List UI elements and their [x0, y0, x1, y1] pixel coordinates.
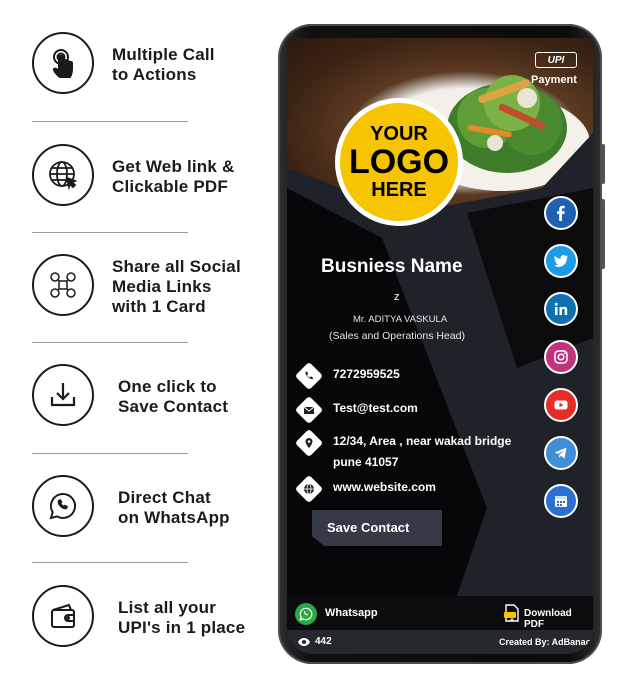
- divider: [32, 121, 188, 122]
- contact-address[interactable]: 12/34, Area , near wakad bridge pune 410…: [294, 428, 543, 473]
- feature-text: Direct Chat on WhatsApp: [118, 488, 230, 527]
- twitter-button[interactable]: [544, 244, 578, 278]
- view-count: 442: [315, 636, 332, 647]
- logo-text: YOUR: [370, 123, 428, 145]
- youtube-icon: [554, 400, 568, 410]
- feature-web-link: Get Web link & Clickable PDF: [32, 144, 272, 210]
- feature-text: One click to Save Contact: [118, 377, 229, 416]
- telegram-icon: [554, 447, 567, 459]
- telegram-button[interactable]: [544, 436, 578, 470]
- mail-icon: [294, 395, 324, 425]
- feature-text: Get Web link & Clickable PDF: [112, 157, 235, 196]
- pdf-icon[interactable]: [504, 604, 520, 622]
- youtube-button[interactable]: [544, 388, 578, 422]
- whatsapp-icon: [32, 475, 94, 537]
- feature-text: List all your UPI's in 1 place: [118, 598, 246, 637]
- tagline: z: [394, 291, 400, 303]
- created-by-label[interactable]: Created By: AdBanao: [499, 637, 591, 647]
- email-address: Test@test.com: [333, 401, 418, 415]
- eye-icon: [298, 638, 310, 646]
- phone-side-button: [601, 144, 605, 184]
- address-text: 12/34, Area , near wakad bridge pune 410…: [333, 434, 512, 469]
- twitter-icon: [554, 255, 568, 267]
- business-name: Busniess Name: [321, 256, 463, 277]
- web-globe-icon: [32, 144, 94, 206]
- feature-text: Share all Social Media Links with 1 Card: [112, 257, 241, 316]
- instagram-icon: [554, 350, 568, 364]
- instagram-button[interactable]: [544, 340, 578, 374]
- feature-whatsapp: Direct Chat on WhatsApp: [32, 475, 272, 541]
- divider: [32, 562, 188, 563]
- linkedin-button[interactable]: [544, 292, 578, 326]
- phone-number: 7272959525: [333, 367, 400, 381]
- facebook-button[interactable]: [544, 196, 578, 230]
- calendar-icon: [555, 496, 567, 507]
- whatsapp-chat-button[interactable]: Whatsapp: [325, 607, 378, 619]
- feature-save-contact: One click to Save Contact: [32, 364, 272, 430]
- contact-email[interactable]: Test@test.com: [294, 395, 543, 425]
- globe-icon: [294, 474, 324, 504]
- facebook-icon: [557, 205, 565, 221]
- business-logo: YOUR LOGO HERE: [335, 98, 463, 226]
- upi-badge[interactable]: UPI: [535, 52, 577, 68]
- phone-icon: [294, 361, 324, 391]
- location-pin-icon: [294, 428, 324, 458]
- person-role: (Sales and Operations Head): [329, 330, 465, 342]
- website-url: www.website.com: [333, 480, 436, 494]
- divider: [32, 453, 188, 454]
- whatsapp-icon[interactable]: [295, 603, 317, 625]
- person-name: Mr. ADITYA VASKULA: [353, 314, 448, 325]
- touch-hand-icon: [32, 32, 94, 94]
- phone-side-button: [601, 199, 605, 269]
- download-icon: [32, 364, 94, 426]
- wallet-icon: [32, 585, 94, 647]
- feature-social-links: Share all Social Media Links with 1 Card: [32, 254, 272, 320]
- divider: [32, 342, 188, 343]
- save-contact-button[interactable]: Save Contact: [312, 510, 442, 546]
- divider: [32, 232, 188, 233]
- feature-multiple-cta: Multiple Call to Actions: [32, 32, 272, 98]
- contact-phone[interactable]: 7272959525: [294, 361, 543, 391]
- logo-text: HERE: [371, 179, 427, 201]
- contact-website[interactable]: www.website.com: [294, 474, 543, 504]
- feature-text: Multiple Call to Actions: [112, 45, 215, 84]
- payment-label[interactable]: Payment: [531, 74, 577, 86]
- logo-text: LOGO: [348, 143, 450, 181]
- download-pdf-button[interactable]: Download PDF: [524, 608, 593, 630]
- social-network-icon: [32, 254, 94, 316]
- feature-upi: List all your UPI's in 1 place: [32, 585, 272, 651]
- calendar-button[interactable]: [544, 484, 578, 518]
- phone-screen: UPI Payment YOUR LOGO HERE Busniess Name…: [287, 38, 593, 654]
- linkedin-icon: [554, 302, 568, 315]
